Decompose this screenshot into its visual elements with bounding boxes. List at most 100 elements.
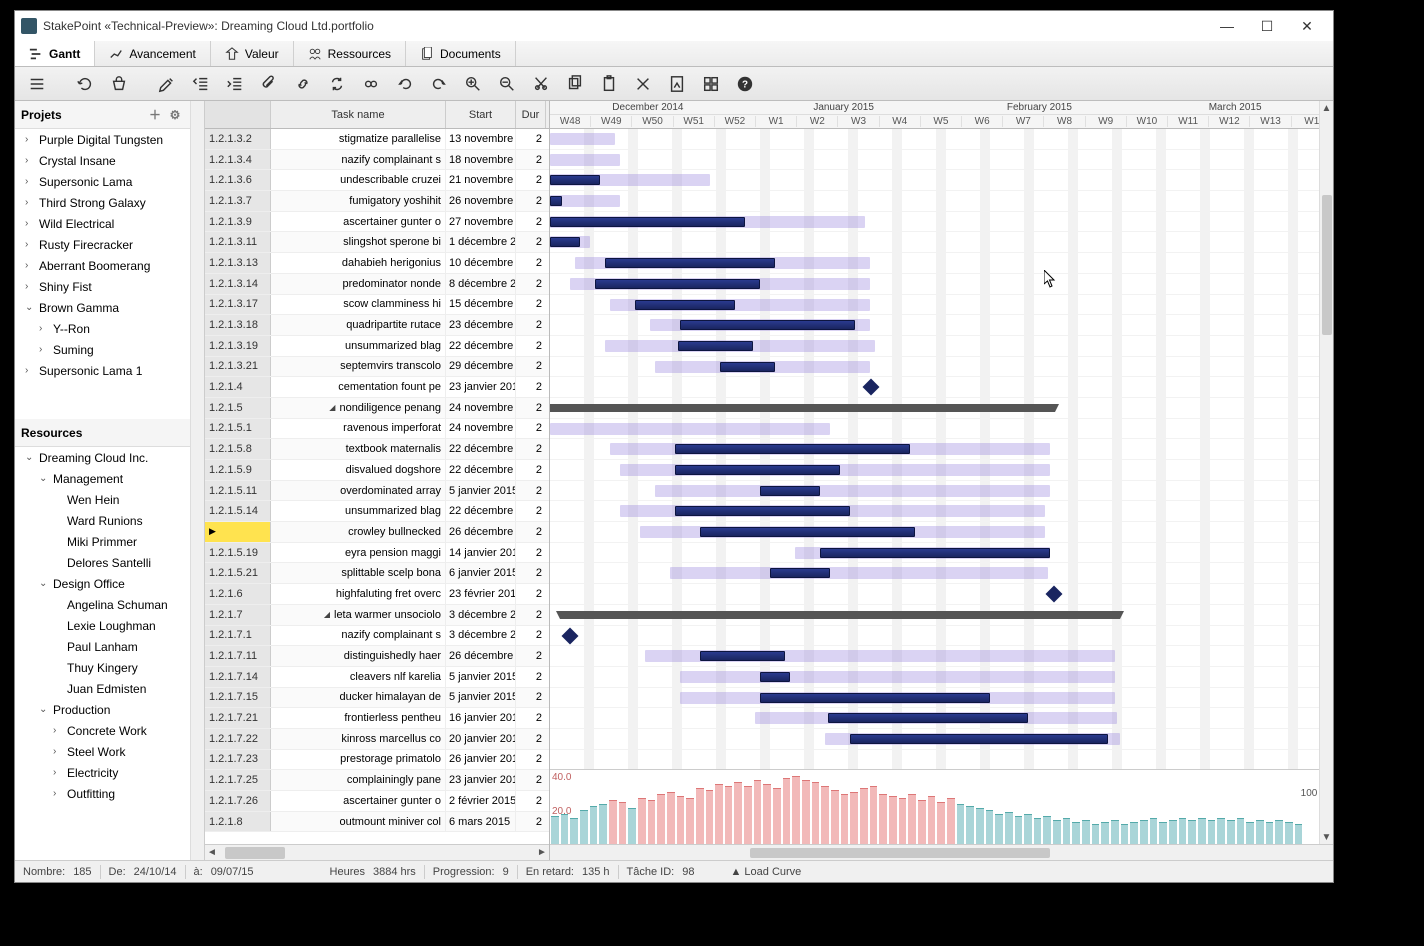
summary-bar[interactable] — [550, 404, 1055, 412]
load-curve-toggle[interactable]: ▲ Load Curve — [730, 866, 801, 878]
view-button[interactable] — [357, 70, 385, 98]
project-item[interactable]: ›Aberrant Boomerang — [15, 255, 190, 276]
project-item[interactable]: ›Rusty Firecracker — [15, 234, 190, 255]
gantt-row[interactable] — [550, 336, 1333, 357]
resource-item[interactable]: ›Outfitting — [15, 783, 190, 804]
task-bar[interactable] — [760, 672, 790, 682]
col-start[interactable]: Start — [446, 101, 516, 128]
grid-hscroll[interactable]: ◄ ► — [205, 844, 549, 860]
task-bar[interactable] — [850, 734, 1108, 744]
summary-bar[interactable] — [560, 611, 1120, 619]
task-row[interactable]: 1.2.1.3.6undescribable cruzei21 novembre… — [205, 170, 549, 191]
project-item[interactable]: ›Wild Electrical — [15, 213, 190, 234]
resource-item[interactable]: Delores Santelli — [15, 552, 190, 573]
project-item[interactable]: ›Suming — [15, 339, 190, 360]
task-row[interactable]: crowley bullnecked26 décembre 22 — [205, 522, 549, 543]
task-bar[interactable] — [700, 651, 785, 661]
col-wbs[interactable] — [205, 101, 271, 128]
paste-button[interactable] — [595, 70, 623, 98]
gantt-row[interactable] — [550, 377, 1333, 398]
gantt-row[interactable] — [550, 439, 1333, 460]
resource-item[interactable]: Paul Lanham — [15, 636, 190, 657]
gantt-row[interactable] — [550, 563, 1333, 584]
pdf-button[interactable] — [663, 70, 691, 98]
scroll-right-icon[interactable]: ► — [535, 846, 549, 860]
resource-item[interactable]: Lexie Loughman — [15, 615, 190, 636]
gantt-row[interactable] — [550, 605, 1333, 626]
sidebar-scrollbar[interactable] — [190, 101, 204, 860]
add-project-button[interactable]: ＋ — [146, 106, 164, 124]
milestone-icon[interactable] — [1046, 586, 1063, 603]
task-row[interactable]: 1.2.1.3.2stigmatize parallelise13 novemb… — [205, 129, 549, 150]
task-row[interactable]: 1.2.1.6highfaluting fret overc23 février… — [205, 584, 549, 605]
task-row[interactable]: 1.2.1.5.8textbook maternalis22 décembre … — [205, 439, 549, 460]
task-row[interactable]: 1.2.1.7leta warmer unsociolo3 décembre 2… — [205, 605, 549, 626]
project-item[interactable]: ⌄Brown Gamma — [15, 297, 190, 318]
project-item[interactable]: ›Supersonic Lama — [15, 171, 190, 192]
gantt-vscroll[interactable]: ▲ ▼ — [1319, 101, 1333, 844]
task-row[interactable]: 1.2.1.5.11overdominated array5 janvier 2… — [205, 481, 549, 502]
gantt-row[interactable] — [550, 315, 1333, 336]
tab-documents[interactable]: Documents — [406, 41, 516, 66]
gantt-row[interactable] — [550, 274, 1333, 295]
redo-button[interactable] — [425, 70, 453, 98]
delete-button[interactable] — [629, 70, 657, 98]
project-item[interactable]: ›Supersonic Lama 1 — [15, 360, 190, 381]
task-bar[interactable] — [550, 196, 562, 206]
task-row[interactable]: 1.2.1.7.21frontierless pentheu16 janvier… — [205, 708, 549, 729]
task-row[interactable]: 1.2.1.7.15ducker himalayan de5 janvier 2… — [205, 688, 549, 709]
resource-item[interactable]: ›Electricity — [15, 762, 190, 783]
task-bar[interactable] — [720, 362, 775, 372]
tab-avancement[interactable]: Avancement — [95, 41, 211, 66]
gantt-row[interactable] — [550, 481, 1333, 502]
gantt-row[interactable] — [550, 646, 1333, 667]
task-row[interactable]: 1.2.1.3.4nazify complainant s18 novembre… — [205, 150, 549, 171]
task-row[interactable]: 1.2.1.4cementation fount pe23 janvier 20… — [205, 377, 549, 398]
task-row[interactable]: 1.2.1.3.21septemvirs transcolo29 décembr… — [205, 357, 549, 378]
gantt-hscroll[interactable] — [550, 844, 1333, 860]
task-bar[interactable] — [760, 486, 820, 496]
resource-item[interactable]: Thuy Kingery — [15, 657, 190, 678]
task-bar[interactable] — [675, 465, 840, 475]
resource-item[interactable]: ⌄Production — [15, 699, 190, 720]
task-row[interactable]: 1.2.1.3.13dahabieh herigonius10 décembre… — [205, 253, 549, 274]
task-bar[interactable] — [678, 341, 753, 351]
sync-button[interactable] — [323, 70, 351, 98]
gantt-row[interactable] — [550, 729, 1333, 750]
refresh-button[interactable] — [71, 70, 99, 98]
gantt-row[interactable] — [550, 398, 1333, 419]
gantt-row[interactable] — [550, 501, 1333, 522]
col-dur[interactable]: Dur — [516, 101, 546, 128]
task-bar[interactable] — [595, 279, 760, 289]
gantt-row[interactable] — [550, 191, 1333, 212]
resources-tree[interactable]: ⌄Dreaming Cloud Inc.⌄ManagementWen HeinW… — [15, 447, 190, 860]
copy-button[interactable] — [561, 70, 589, 98]
gantt-row[interactable] — [550, 419, 1333, 440]
tab-ressources[interactable]: Ressources — [294, 41, 406, 66]
task-bar[interactable] — [680, 320, 855, 330]
task-row[interactable]: 1.2.1.7.26ascertainer gunter o2 février … — [205, 791, 549, 812]
menu-button[interactable] — [23, 70, 51, 98]
task-row[interactable]: 1.2.1.7.25complainingly pane23 janvier 2… — [205, 770, 549, 791]
task-row[interactable]: 1.2.1.7.22kinross marcellus co20 janvier… — [205, 729, 549, 750]
task-row[interactable]: 1.2.1.3.11slingshot sperone bi1 décembre… — [205, 232, 549, 253]
gantt-row[interactable] — [550, 584, 1333, 605]
tab-gantt[interactable]: Gantt — [15, 41, 95, 66]
task-row[interactable]: 1.2.1.5.9disvalued dogshore22 décembre 2… — [205, 460, 549, 481]
task-row[interactable]: 1.2.1.5nondiligence penang24 novembre 22 — [205, 398, 549, 419]
indent-button[interactable] — [221, 70, 249, 98]
paint-button[interactable] — [153, 70, 181, 98]
gantt-row[interactable] — [550, 708, 1333, 729]
project-item[interactable]: ›Y--Ron — [15, 318, 190, 339]
close-button[interactable]: ✕ — [1287, 11, 1327, 41]
task-bar[interactable] — [675, 444, 910, 454]
gantt-row[interactable] — [550, 688, 1333, 709]
task-bar[interactable] — [550, 217, 745, 227]
zoom-in-button[interactable] — [459, 70, 487, 98]
task-bar[interactable] — [828, 713, 1028, 723]
scroll-up-icon[interactable]: ▲ — [1320, 101, 1334, 115]
gantt-row[interactable] — [550, 129, 1333, 150]
task-row[interactable]: 1.2.1.7.23prestorage primatolo26 janvier… — [205, 750, 549, 771]
gantt-row[interactable] — [550, 212, 1333, 233]
resource-item[interactable]: ›Concrete Work — [15, 720, 190, 741]
